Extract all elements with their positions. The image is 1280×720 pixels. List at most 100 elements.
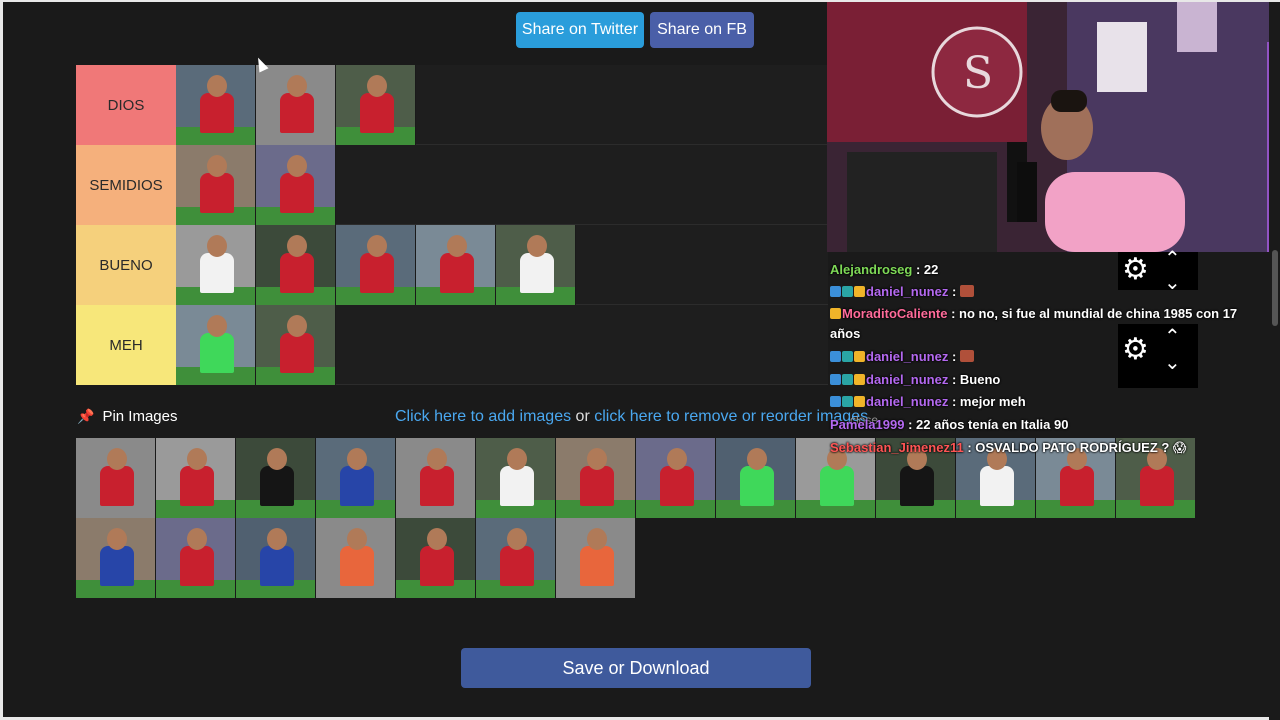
tier-label[interactable]: MEH — [76, 305, 176, 385]
gear-icon[interactable]: ⚙ — [1122, 332, 1149, 367]
player-image[interactable] — [716, 438, 796, 518]
tier-row: DIOS — [76, 65, 828, 145]
chat-text: 22 — [923, 262, 939, 277]
chat-separator: : — [963, 440, 976, 455]
chat-text: no no, si fue al mundial de china 1985 c… — [959, 306, 1238, 321]
player-image[interactable] — [176, 145, 256, 225]
chat-username[interactable]: daniel_nunez — [866, 284, 948, 299]
player-image[interactable] — [636, 438, 716, 518]
chat-badge-icon — [842, 351, 853, 362]
player-image[interactable] — [556, 518, 636, 598]
chevron-up-icon[interactable]: ⌃ — [1164, 246, 1181, 271]
chat-control-panel-1: ⚙ ⌃ ⌄ — [1118, 248, 1198, 294]
player-image[interactable] — [256, 65, 336, 145]
player-image[interactable] — [396, 438, 476, 518]
chat-username[interactable]: daniel_nunez — [866, 394, 948, 409]
svg-text:S: S — [963, 48, 993, 99]
player-image[interactable] — [476, 518, 556, 598]
chevron-down-icon[interactable]: ⌄ — [1164, 270, 1181, 295]
chat-text: mejor meh — [959, 394, 1026, 409]
chat-username[interactable]: Sebastian_Jimenez11 — [830, 440, 964, 455]
chat-username[interactable]: daniel_nunez — [866, 349, 948, 364]
chat-text: OSVALDO PATO RODRÍGUEZ ? 😱 — [975, 440, 1187, 455]
chat-separator: : — [948, 372, 960, 387]
tier-row: BUENO — [76, 225, 828, 305]
chat-username[interactable]: Pamela1999 — [830, 417, 904, 432]
tier-items — [176, 65, 416, 145]
gear-icon[interactable]: ⚙ — [1122, 252, 1149, 287]
scrollbar[interactable] — [1269, 2, 1280, 720]
tier-items — [176, 145, 336, 225]
player-image[interactable] — [176, 225, 256, 305]
player-image[interactable] — [316, 518, 396, 598]
chat-message: Pamela1999 : 22 años tenía en Italia 90 — [830, 415, 1068, 435]
chat-username[interactable]: Alejandroseg — [830, 262, 912, 277]
player-image[interactable] — [76, 438, 156, 518]
chat-username[interactable]: MoraditoCaliente — [842, 306, 947, 321]
webcam-overlay: S — [827, 2, 1280, 252]
chat-message: años — [830, 324, 860, 344]
chat-username[interactable]: daniel_nunez — [866, 372, 948, 387]
chat-message: daniel_nunez : — [830, 282, 974, 302]
chat-text: años — [830, 326, 861, 341]
chat-message: Alejandroseg : 22 — [830, 260, 938, 280]
chat-separator: : — [948, 284, 960, 299]
share-facebook-button[interactable]: Share on FB — [650, 12, 754, 48]
chat-separator: : — [948, 394, 960, 409]
tier-items — [176, 305, 336, 385]
chat-badge-icon — [842, 286, 853, 297]
chat-badge-icon — [830, 286, 841, 297]
player-image[interactable] — [556, 438, 636, 518]
chat-separator: : — [947, 306, 960, 321]
player-image[interactable] — [236, 438, 316, 518]
player-image[interactable] — [236, 518, 316, 598]
tier-label[interactable]: SEMIDIOS — [76, 145, 176, 225]
player-image[interactable] — [336, 65, 416, 145]
tier-row: SEMIDIOS — [76, 145, 828, 225]
save-download-button[interactable]: Save or Download — [461, 648, 811, 688]
pin-images-toggle[interactable]: 📌 Pin Images — [77, 408, 177, 425]
tier-label[interactable]: BUENO — [76, 225, 176, 305]
tier-items — [176, 225, 576, 305]
player-image[interactable] — [476, 438, 556, 518]
add-images-link[interactable]: Click here to add images — [395, 408, 571, 425]
player-image[interactable] — [336, 225, 416, 305]
player-image[interactable] — [256, 225, 336, 305]
player-image[interactable] — [176, 305, 256, 385]
scrollbar-thumb[interactable] — [1272, 250, 1278, 326]
player-image[interactable] — [156, 518, 236, 598]
chat-badge-icon — [854, 374, 865, 385]
chat-badge-icon — [830, 396, 841, 407]
chevron-down-icon[interactable]: ⌄ — [1164, 350, 1181, 375]
player-image[interactable] — [176, 65, 256, 145]
chat-badge-icon — [842, 374, 853, 385]
chat-badge-icon — [830, 351, 841, 362]
chevron-up-icon[interactable]: ⌃ — [1164, 324, 1181, 349]
player-image[interactable] — [496, 225, 576, 305]
image-links: Click here to add images or click here t… — [395, 408, 868, 426]
chat-message: daniel_nunez : mejor meh — [830, 392, 1026, 412]
player-image[interactable] — [316, 438, 396, 518]
player-image[interactable] — [416, 225, 496, 305]
chat-emote-icon — [959, 285, 974, 297]
chat-badge-icon — [830, 308, 841, 319]
chat-message: MoraditoCaliente : no no, si fue al mund… — [830, 304, 1237, 324]
chat-message: Sebastian_Jimenez11 : OSVALDO PATO RODRÍ… — [830, 438, 1186, 458]
tier-table: DIOS SEMIDIOS BUENO MEH — [76, 65, 828, 385]
chat-message: daniel_nunez : — [830, 347, 974, 367]
chat-badge-icon — [854, 396, 865, 407]
player-image[interactable] — [256, 145, 336, 225]
chat-separator: : — [904, 417, 917, 432]
chat-separator: : — [948, 349, 960, 364]
player-image[interactable] — [156, 438, 236, 518]
player-image[interactable] — [396, 518, 476, 598]
player-image[interactable] — [256, 305, 336, 385]
chat-separator: : — [912, 262, 924, 277]
player-image[interactable] — [76, 518, 156, 598]
chat-badge-icon — [854, 286, 865, 297]
chat-badge-icon — [854, 351, 865, 362]
chat-message: daniel_nunez : Bueno — [830, 370, 1000, 390]
share-twitter-button[interactable]: Share on Twitter — [516, 12, 644, 48]
chat-emote-icon — [959, 350, 974, 362]
tier-label[interactable]: DIOS — [76, 65, 176, 145]
